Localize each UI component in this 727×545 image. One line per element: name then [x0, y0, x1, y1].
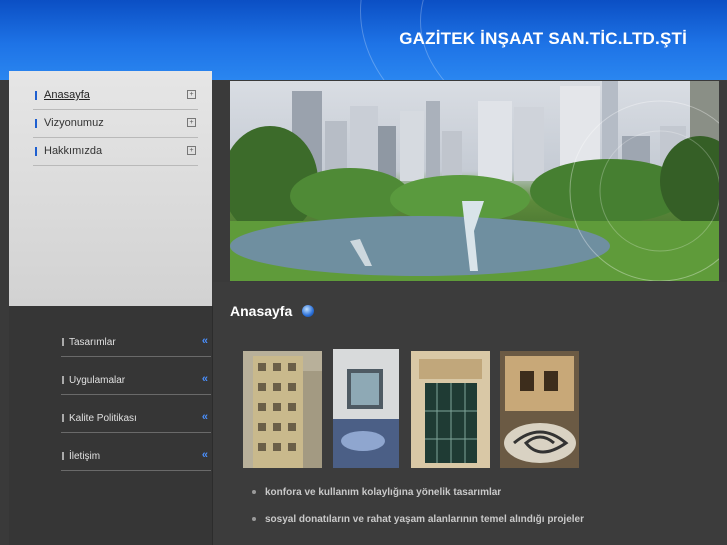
side-nav-bullet	[62, 338, 64, 346]
nav-bullet	[35, 146, 37, 156]
side-nav-item-label: Uygulamalar	[69, 374, 126, 386]
nav-item-label: Vizyonumuz	[44, 117, 104, 129]
thumbnail-building-image	[243, 351, 322, 468]
side-nav-bullet	[62, 376, 64, 384]
side-nav-item-label: Tasarımlar	[69, 336, 116, 348]
plus-box-icon: +	[187, 146, 196, 155]
list-bullet	[252, 490, 256, 495]
double-chevron-left-icon: «	[201, 411, 208, 423]
top-nav-panel: Anasayfa + Vizyonumuz + Hakkımızda +	[9, 71, 212, 306]
plus-box-icon: +	[187, 118, 196, 127]
hero-city-park-image	[230, 81, 719, 281]
list-item-text: sosyal donatıların ve rahat yaşam alanla…	[265, 514, 585, 525]
blue-orb-icon	[302, 305, 314, 317]
section-title: Anasayfa	[230, 303, 293, 319]
thumbnail-interior[interactable]	[333, 349, 399, 468]
side-nav-item-iletisim[interactable]: İletişim «	[61, 442, 211, 471]
side-nav-bullet	[62, 452, 64, 460]
thumbnail-door[interactable]	[411, 351, 490, 468]
list-item-text: konfora ve kullanım kolaylığına yönelik …	[265, 487, 502, 498]
list-item: konfora ve kullanım kolaylığına yönelik …	[252, 487, 501, 498]
side-nav-item-tasarimlar[interactable]: Tasarımlar «	[61, 328, 211, 357]
side-nav-item-label: Kalite Politikası	[69, 412, 137, 424]
nav-bullet	[35, 90, 37, 100]
list-item: sosyal donatıların ve rahat yaşam alanla…	[252, 514, 584, 525]
double-chevron-left-icon: «	[201, 335, 208, 347]
thumbnail-building[interactable]	[243, 351, 322, 468]
nav-item-vizyonumuz[interactable]: Vizyonumuz +	[33, 109, 198, 138]
thumbnail-interior-image	[333, 349, 399, 468]
hero-illustration	[230, 81, 719, 281]
list-bullet	[252, 517, 256, 522]
nav-bullet	[35, 118, 37, 128]
thumbnail-door-image	[411, 351, 490, 468]
nav-item-anasayfa[interactable]: Anasayfa +	[33, 81, 198, 110]
double-chevron-left-icon: «	[201, 449, 208, 461]
side-nav-item-uygulamalar[interactable]: Uygulamalar «	[61, 366, 211, 395]
nav-item-label: Hakkımızda	[44, 145, 103, 157]
double-chevron-left-icon: «	[201, 373, 208, 385]
thumbnail-courtyard[interactable]	[500, 351, 579, 468]
header-banner: GAZİTEK İNŞAAT SAN.TİC.LTD.ŞTİ	[0, 0, 727, 80]
nav-item-hakkimizda[interactable]: Hakkımızda +	[33, 137, 198, 166]
plus-box-icon: +	[187, 90, 196, 99]
side-nav-bullet	[62, 414, 64, 422]
nav-item-label: Anasayfa	[44, 89, 90, 101]
side-nav-item-label: İletişim	[69, 450, 101, 462]
side-nav-item-kalite-politikasi[interactable]: Kalite Politikası «	[61, 404, 211, 433]
thumbnail-courtyard-image	[500, 351, 579, 468]
site-title: GAZİTEK İNŞAAT SAN.TİC.LTD.ŞTİ	[399, 29, 687, 48]
